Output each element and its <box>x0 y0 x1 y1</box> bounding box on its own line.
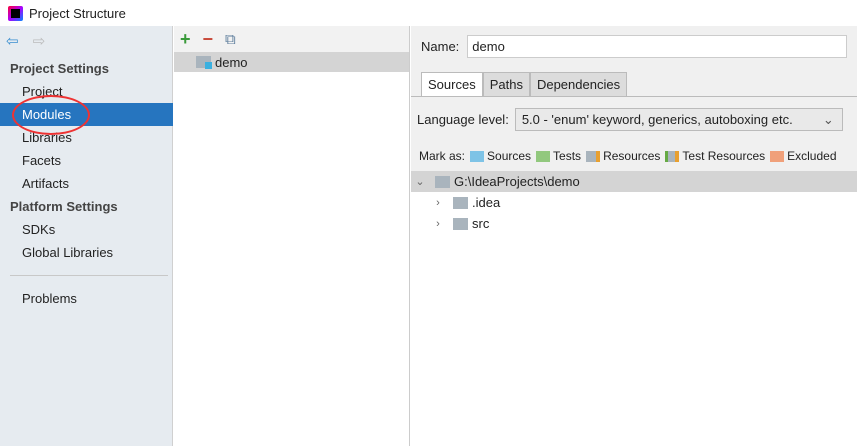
name-input[interactable]: demo <box>467 35 848 58</box>
sidebar-item-modules[interactable]: Modules <box>0 103 173 126</box>
module-details: Name: demo Sources Paths Dependencies La… <box>411 26 857 446</box>
folder-icon <box>453 196 468 209</box>
tab-divider <box>411 96 857 97</box>
test-resources-folder-icon <box>665 150 680 162</box>
sidebar: ⇦ ⇨ Project Settings Project Modules Lib… <box>0 26 173 446</box>
mark-as-label: Mark as: <box>419 149 466 163</box>
mark-as-bar: Mark as: Sources Tests Resources Test Re… <box>419 149 853 163</box>
tree-item-src[interactable]: › src <box>411 213 857 234</box>
language-level-label: Language level: <box>417 112 509 127</box>
mark-label: Tests <box>553 149 582 163</box>
resources-folder-icon <box>586 150 601 162</box>
tab-sources[interactable]: Sources <box>421 72 483 96</box>
excluded-folder-icon <box>770 150 785 162</box>
chevron-right-icon[interactable]: › <box>431 218 445 230</box>
name-label: Name: <box>421 39 460 54</box>
mark-test-resources-button[interactable]: Test Resources <box>665 149 765 163</box>
language-level-select[interactable]: 5.0 - 'enum' keyword, generics, autoboxi… <box>514 108 843 131</box>
title-bar: Project Structure <box>0 0 857 26</box>
add-module-button[interactable]: + <box>180 29 191 50</box>
language-level-value: 5.0 - 'enum' keyword, generics, autoboxi… <box>521 112 793 127</box>
mark-resources-button[interactable]: Resources <box>586 149 660 163</box>
chevron-down-icon[interactable]: ⌄ <box>413 175 427 188</box>
chevron-right-icon[interactable]: › <box>431 197 445 209</box>
tree-item-label: src <box>472 216 490 231</box>
project-settings-header: Project Settings <box>10 61 109 76</box>
module-name: demo <box>215 54 248 70</box>
sidebar-item-global-libraries[interactable]: Global Libraries <box>0 241 173 264</box>
tree-item-idea[interactable]: › .idea <box>411 192 857 213</box>
mark-label: Test Resources <box>682 149 766 163</box>
copy-module-button[interactable]: ⧉ <box>225 31 236 48</box>
sidebar-item-libraries[interactable]: Libraries <box>0 126 173 149</box>
tree-item-label: .idea <box>472 195 501 210</box>
tabs: Sources Paths Dependencies <box>421 72 628 96</box>
tree-root[interactable]: ⌄ G:\IdeaProjects\demo <box>411 171 857 192</box>
content-root-tree: ⌄ G:\IdeaProjects\demo › .idea › src <box>411 171 857 446</box>
modules-panel: + − ⧉ demo <box>174 26 410 446</box>
window-title: Project Structure <box>29 5 126 21</box>
module-item-demo[interactable]: demo <box>174 52 409 72</box>
mark-label: Resources <box>603 149 661 163</box>
platform-settings-header: Platform Settings <box>10 199 118 214</box>
mark-tests-button[interactable]: Tests <box>536 149 581 163</box>
folder-icon <box>453 217 468 230</box>
mark-label: Sources <box>487 149 532 163</box>
modules-toolbar: + − ⧉ <box>174 26 409 52</box>
intellij-app-icon <box>8 5 23 21</box>
chevron-down-icon: ⌄ <box>822 112 834 127</box>
back-arrow-icon[interactable]: ⇦ <box>6 33 19 50</box>
sidebar-item-problems[interactable]: Problems <box>0 287 173 310</box>
sidebar-divider <box>10 275 168 276</box>
tests-folder-icon <box>536 150 551 162</box>
sidebar-item-facets[interactable]: Facets <box>0 149 173 172</box>
module-folder-icon <box>196 56 212 69</box>
remove-module-button[interactable]: − <box>203 29 214 50</box>
tab-dependencies[interactable]: Dependencies <box>529 72 628 96</box>
sidebar-item-artifacts[interactable]: Artifacts <box>0 172 173 195</box>
mark-sources-button[interactable]: Sources <box>470 149 531 163</box>
sidebar-item-project[interactable]: Project <box>0 80 173 103</box>
mark-label: Excluded <box>787 149 837 163</box>
mark-excluded-button[interactable]: Excluded <box>770 149 837 163</box>
tree-root-label: G:\IdeaProjects\demo <box>454 174 580 189</box>
forward-arrow-icon[interactable]: ⇨ <box>33 33 46 50</box>
sidebar-item-sdks[interactable]: SDKs <box>0 218 173 241</box>
tab-paths[interactable]: Paths <box>482 72 530 96</box>
folder-icon <box>435 175 450 188</box>
sources-folder-icon <box>470 150 485 162</box>
